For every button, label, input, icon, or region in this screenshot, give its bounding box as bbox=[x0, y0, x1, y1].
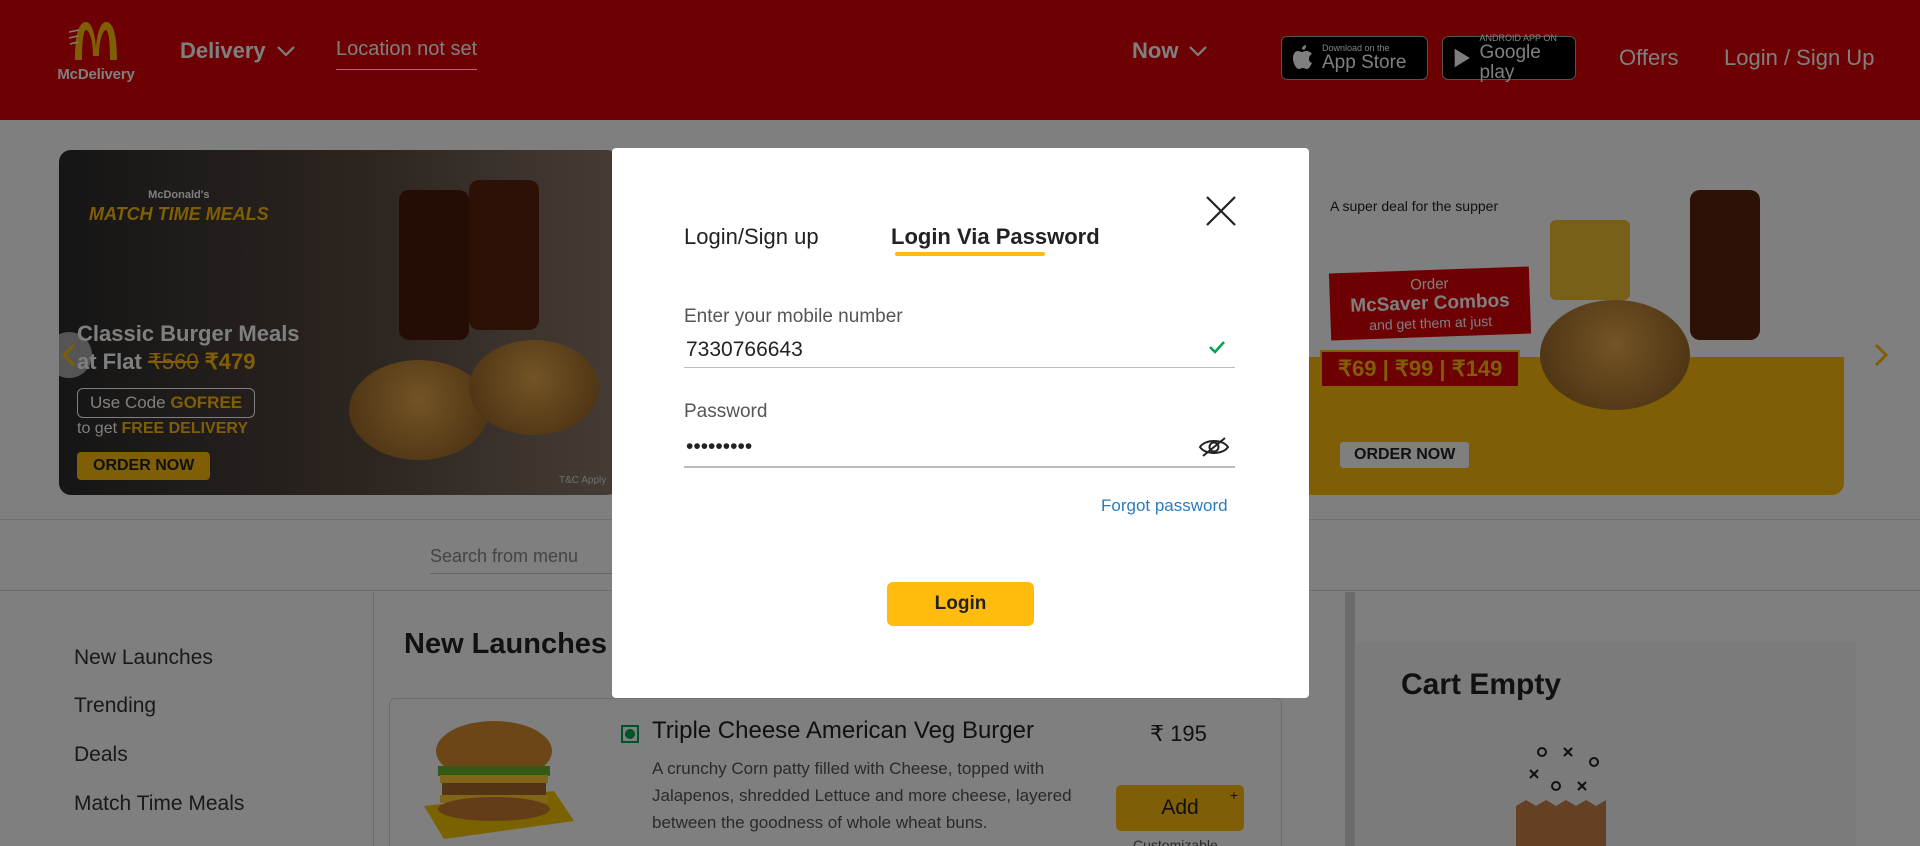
password-input[interactable] bbox=[684, 428, 1235, 468]
login-button[interactable]: Login bbox=[887, 582, 1034, 626]
tab-login-signup[interactable]: Login/Sign up bbox=[684, 224, 819, 250]
mobile-number-label: Enter your mobile number bbox=[684, 306, 903, 327]
tab-login-via-password[interactable]: Login Via Password bbox=[891, 224, 1100, 250]
forgot-password-link[interactable]: Forgot password bbox=[1101, 496, 1228, 516]
active-tab-indicator bbox=[895, 252, 1045, 256]
login-modal: Login/Sign up Login Via Password Enter y… bbox=[612, 148, 1309, 698]
password-label: Password bbox=[684, 401, 768, 422]
valid-check-icon bbox=[1209, 341, 1225, 354]
mobile-number-input[interactable] bbox=[684, 332, 1235, 368]
close-icon[interactable] bbox=[1204, 194, 1238, 228]
eye-off-icon[interactable] bbox=[1198, 436, 1230, 458]
